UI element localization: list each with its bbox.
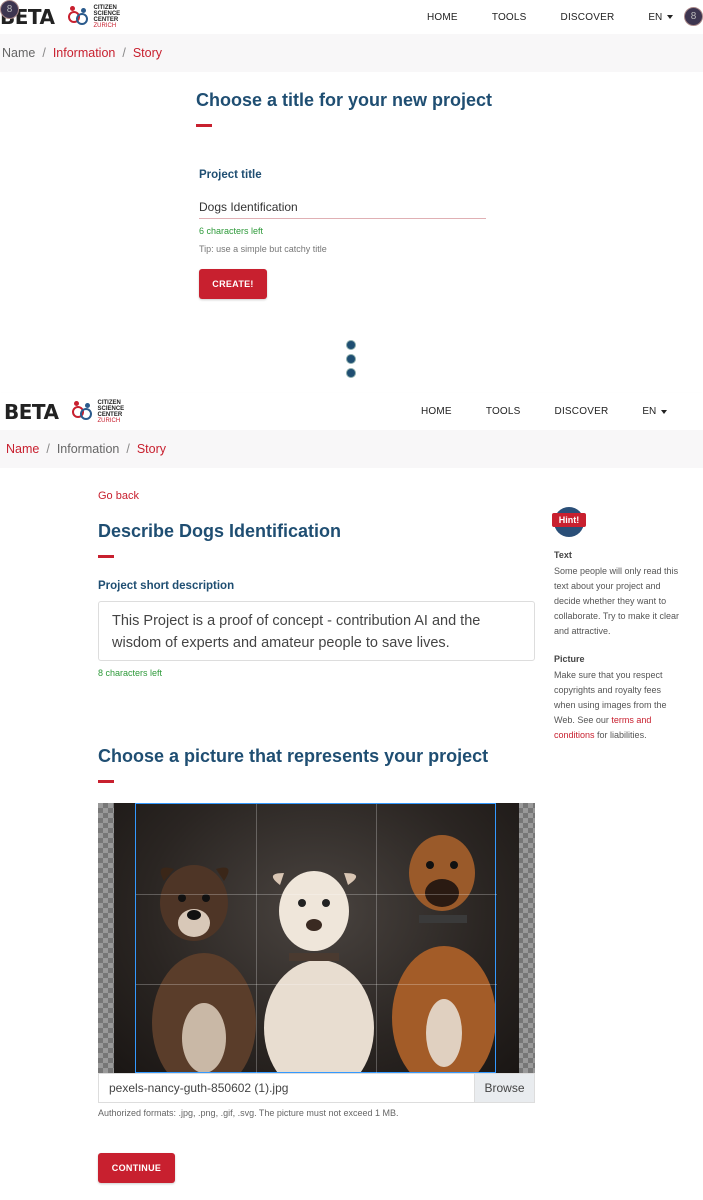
- nav-discover[interactable]: DISCOVER: [555, 406, 609, 417]
- chars-left-text: 6 characters left: [199, 226, 264, 236]
- project-title-input[interactable]: [199, 195, 486, 219]
- picture-underline: [98, 780, 114, 783]
- top-navbar-2: BETA CITIZEN SCIENCE CENTER ZURICH HOME …: [0, 393, 703, 430]
- user-avatar[interactable]: 8: [684, 7, 703, 26]
- title-underline: [196, 124, 212, 127]
- caret-down-icon: [661, 409, 668, 414]
- logo-text: CITIZEN SCIENCE CENTER ZURICH: [93, 5, 121, 29]
- short-description-textarea[interactable]: This Project is a proof of concept - con…: [98, 601, 535, 661]
- breadcrumb-information[interactable]: Information: [53, 46, 116, 60]
- nav-home[interactable]: HOME: [427, 12, 458, 23]
- breadcrumb-name: Name: [2, 46, 36, 60]
- breadcrumb: Name / Information / Story: [0, 34, 703, 72]
- citizen-science-logo[interactable]: CITIZEN SCIENCE CENTER ZURICH: [68, 5, 120, 29]
- hint-text-body: Some people will only read this text abo…: [554, 566, 680, 636]
- hint-picture-body: Make sure that you respect copyrights an…: [554, 670, 667, 740]
- citizen-science-logo[interactable]: CITIZEN SCIENCE CENTER ZURICH: [72, 400, 124, 424]
- continue-button[interactable]: CONTINUE: [98, 1153, 175, 1183]
- nav-discover[interactable]: DISCOVER: [561, 12, 615, 23]
- ellipsis-dots-icon: [346, 340, 356, 382]
- nav-links: HOME TOOLS DISCOVER EN: [421, 406, 668, 417]
- hint-text-title: Text: [554, 550, 572, 560]
- describe-underline: [98, 555, 114, 558]
- breadcrumb-2: Name / Information / Story: [0, 430, 703, 468]
- language-label: EN: [648, 11, 663, 23]
- language-dropdown[interactable]: EN: [648, 11, 674, 23]
- beta-brand[interactable]: BETA: [4, 400, 59, 424]
- short-description-label: Project short description: [98, 580, 235, 592]
- describe-heading: Describe Dogs Identification: [98, 521, 342, 541]
- title-tip: Tip: use a simple but catchy title: [199, 244, 327, 254]
- file-name: pexels-nancy-guth-850602 (1).jpg: [109, 1081, 289, 1095]
- page-title: Choose a title for your new project: [196, 90, 493, 110]
- nav-tools[interactable]: TOOLS: [486, 406, 521, 417]
- caret-down-icon: [667, 15, 674, 19]
- nav-tools[interactable]: TOOLS: [492, 12, 527, 23]
- create-button[interactable]: CREATE!: [199, 269, 267, 299]
- description-chars-left: 8 characters left: [98, 668, 163, 678]
- nav-home[interactable]: HOME: [421, 406, 452, 417]
- language-label: EN: [642, 406, 657, 417]
- picture-heading: Choose a picture that represents your pr…: [98, 746, 489, 766]
- breadcrumb-story[interactable]: Story: [133, 46, 162, 60]
- logo-text: CITIZEN SCIENCE CENTER ZURICH: [97, 399, 125, 424]
- breadcrumb-story[interactable]: Story: [137, 442, 166, 456]
- go-back-link[interactable]: Go back: [98, 490, 139, 502]
- breadcrumb-name[interactable]: Name: [6, 442, 39, 456]
- file-input[interactable]: pexels-nancy-guth-850602 (1).jpg Browse: [98, 1073, 535, 1103]
- breadcrumb-information: Information: [56, 442, 120, 456]
- logo-mark-icon: [72, 400, 94, 423]
- crop-box[interactable]: [135, 803, 497, 1073]
- hint-badge: Hint!: [552, 507, 586, 537]
- top-navbar: BETA CITIZEN SCIENCE CENTER ZURICH HOME …: [0, 0, 703, 34]
- hint-picture-title: Picture: [554, 654, 585, 664]
- authorized-formats: Authorized formats: .jpg, .png, .gif, .s…: [98, 1108, 399, 1118]
- logo-mark-icon: [68, 6, 90, 28]
- user-avatar[interactable]: 8: [0, 0, 19, 19]
- browse-button[interactable]: Browse: [474, 1074, 534, 1102]
- nav-links: HOME TOOLS DISCOVER EN: [427, 11, 674, 23]
- picture-cropper[interactable]: [98, 803, 535, 1073]
- project-title-label: Project title: [199, 169, 262, 181]
- language-dropdown[interactable]: EN: [642, 406, 668, 417]
